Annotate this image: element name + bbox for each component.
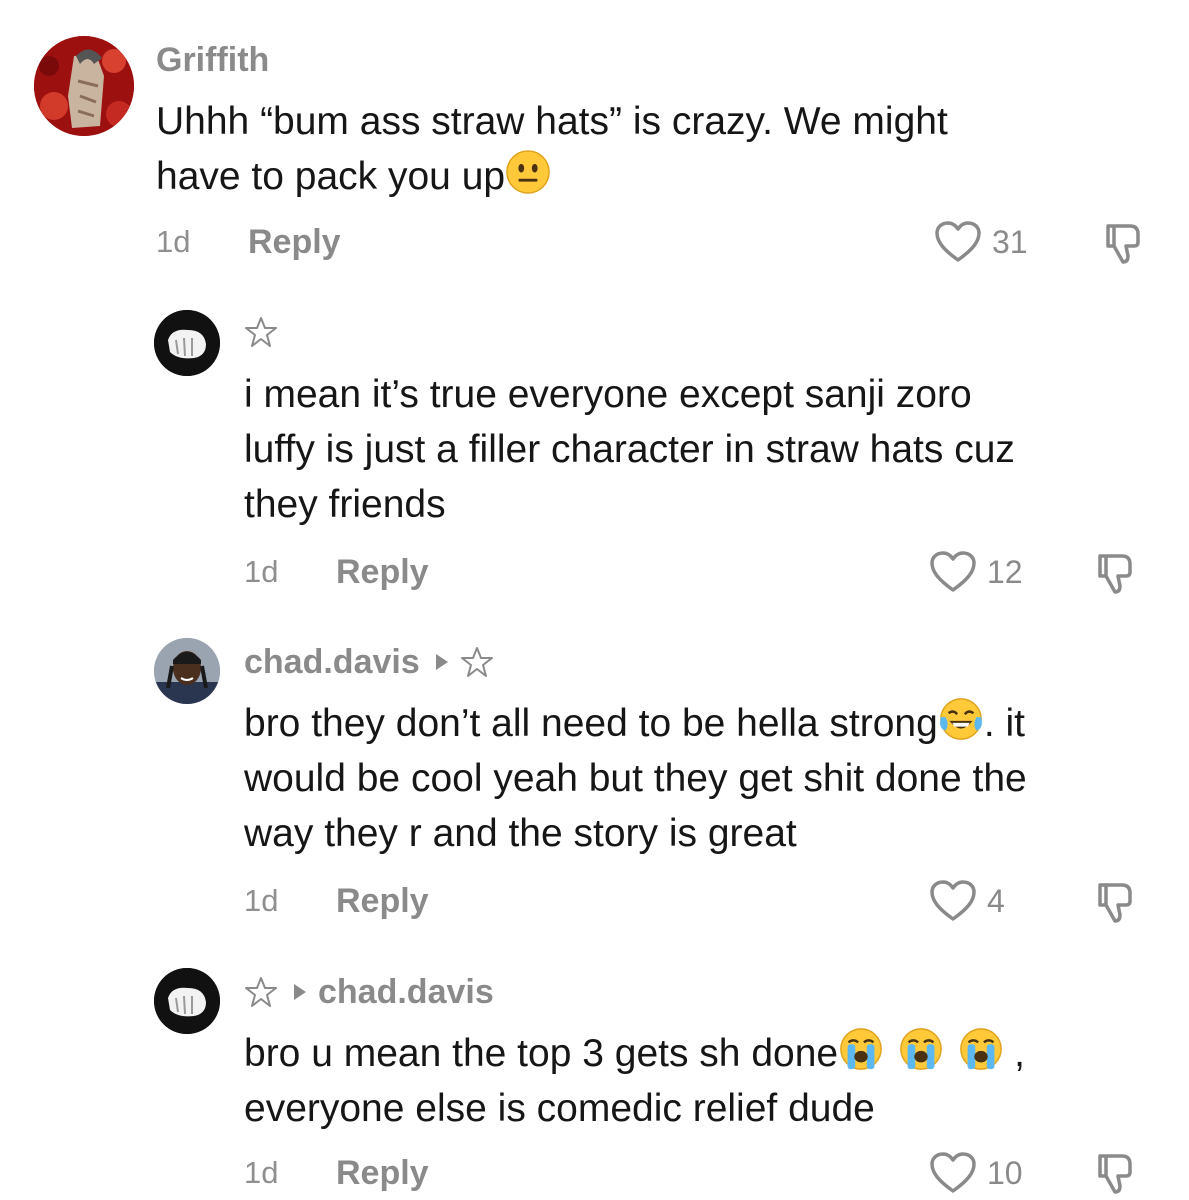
star-icon[interactable]	[244, 315, 278, 349]
thumbs-down-icon[interactable]	[1100, 220, 1146, 266]
comment-line: Uhhh “bum ass straw hats” is crazy. We m…	[156, 100, 948, 143]
reply-button[interactable]: Reply	[336, 1154, 429, 1193]
reply-to-username[interactable]: chad.davis	[318, 973, 494, 1012]
comment-line: everyone else is comedic relief dude	[244, 1087, 875, 1130]
star-icon[interactable]	[460, 645, 494, 679]
reply-button[interactable]: Reply	[336, 553, 429, 592]
thumbs-down-icon[interactable]	[1092, 879, 1138, 925]
comment-meta: 1d Reply	[244, 1148, 429, 1198]
avatar[interactable]	[154, 968, 220, 1034]
comment-text: i mean it’s true everyone except sanji z…	[244, 367, 1015, 532]
like-count: 4	[987, 882, 1005, 919]
tears-of-joy-emoji	[938, 696, 984, 742]
comment-line: . it	[983, 702, 1025, 745]
comment-line: they friends	[244, 483, 446, 526]
like-count: 12	[987, 553, 1023, 590]
comment-line: have to pack you up	[156, 155, 506, 198]
username[interactable]: Griffith	[156, 38, 269, 82]
timestamp: 1d	[244, 554, 279, 589]
neutral-face-emoji	[505, 149, 551, 195]
avatar[interactable]	[154, 310, 220, 376]
comment-header: chad.davis	[244, 640, 494, 684]
comment-text: bro u mean the top 3 gets sh done, every…	[244, 1026, 1025, 1136]
comment-text: Uhhh “bum ass straw hats” is crazy. We m…	[156, 94, 948, 204]
loudly-crying-emoji	[958, 1026, 1004, 1072]
username[interactable]: chad.davis	[244, 643, 420, 682]
avatar[interactable]	[154, 638, 220, 704]
comment-line: way they r and the story is great	[244, 812, 797, 855]
star-icon[interactable]	[244, 975, 278, 1009]
heart-icon	[930, 1152, 976, 1193]
heart-icon	[935, 221, 981, 262]
comment-header	[244, 310, 278, 354]
comment-line: luffy is just a filler character in stra…	[244, 428, 1015, 471]
reply-button[interactable]: Reply	[248, 223, 341, 262]
like-button[interactable]: 4	[929, 876, 1005, 926]
comment-meta: 1d Reply	[156, 217, 341, 267]
comment-line: would be cool yeah but they get shit don…	[244, 757, 1027, 800]
like-count: 10	[987, 1154, 1023, 1191]
timestamp: 1d	[244, 1155, 279, 1190]
reply-button[interactable]: Reply	[336, 882, 429, 921]
heart-icon	[930, 551, 976, 592]
thumbs-down-icon[interactable]	[1092, 1150, 1138, 1196]
heart-icon	[930, 880, 976, 921]
avatar[interactable]	[34, 36, 134, 136]
like-count: 31	[992, 223, 1028, 260]
comment-griffith: Griffith Uhhh “bum ass straw hats” is cr…	[0, 0, 1189, 290]
comment-line: i mean it’s true everyone except sanji z…	[244, 373, 972, 416]
comment-reply-2: chad.davis bro u mean the top 3 gets sh …	[0, 950, 1189, 1200]
like-button[interactable]: 12	[929, 547, 1023, 597]
comment-line: ,	[1014, 1032, 1025, 1075]
play-triangle-icon	[434, 652, 450, 672]
thumbs-down-icon[interactable]	[1092, 550, 1138, 596]
comment-line: bro u mean the top 3 gets sh done	[244, 1032, 839, 1075]
timestamp: 1d	[156, 224, 191, 259]
like-button[interactable]: 10	[929, 1148, 1023, 1198]
play-triangle-icon	[292, 982, 308, 1002]
loudly-crying-emoji	[898, 1026, 944, 1072]
like-button[interactable]: 31	[934, 217, 1028, 267]
comment-text: bro they don’t all need to be hella stro…	[244, 696, 1027, 861]
timestamp: 1d	[244, 883, 279, 918]
comment-reply-1: i mean it’s true everyone except sanji z…	[0, 290, 1189, 620]
comment-chad-davis: chad.davis bro they don’t all need to be…	[0, 620, 1189, 950]
comment-line: bro they don’t all need to be hella stro…	[244, 702, 938, 745]
comment-meta: 1d Reply	[244, 876, 429, 926]
loudly-crying-emoji	[838, 1026, 884, 1072]
comment-header: chad.davis	[244, 970, 494, 1014]
comment-meta: 1d Reply	[244, 547, 429, 597]
